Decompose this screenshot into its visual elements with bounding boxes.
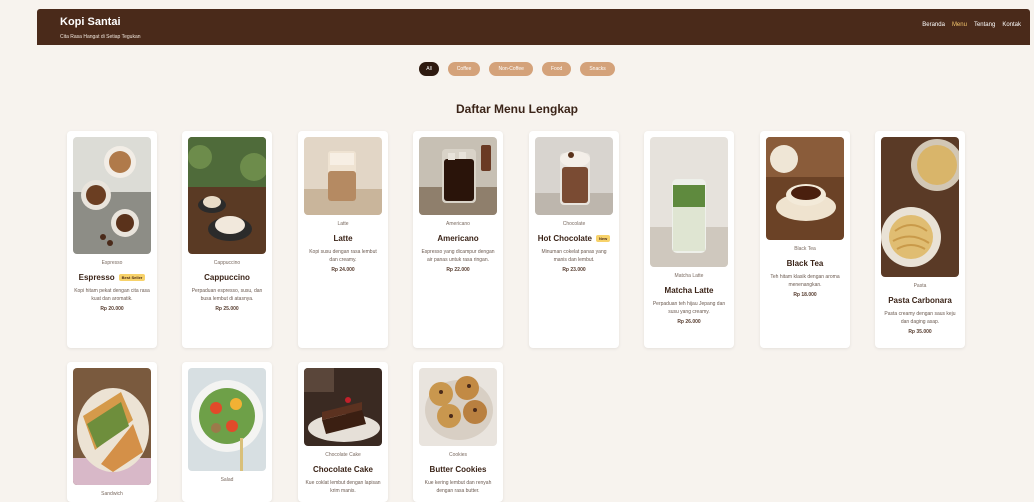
filter-non-coffee[interactable]: Non-Coffee	[489, 62, 533, 76]
item-category: Cappuccino	[213, 260, 241, 266]
item-name: Hot Chocolate	[537, 234, 592, 243]
item-category: Chocolate Cake	[325, 452, 361, 458]
black-tea-image	[766, 137, 844, 240]
item-price: Rp 35.000	[908, 329, 932, 335]
menu-card[interactable]: Espresso Espresso Best Seller Kopi hitam…	[67, 131, 157, 348]
item-name: Chocolate Cake	[312, 465, 374, 474]
item-name: Cappuccino	[204, 273, 250, 282]
menu-card[interactable]: Chocolate Cake Chocolate Cake Kue coklat…	[298, 362, 388, 502]
item-description: Kopi hitam pekat dengan cita rasa kuat d…	[74, 288, 150, 302]
item-name-row: Hot Chocolate New	[529, 234, 619, 243]
filter-snacks[interactable]: Snacks	[580, 62, 615, 76]
nav-link-tentang[interactable]: Tentang	[974, 22, 995, 28]
item-name: Black Tea	[786, 259, 824, 268]
latte-image	[304, 137, 382, 215]
item-category: Salad	[220, 477, 234, 483]
item-description: Perpaduan teh hijau Jepang dan susu yang…	[652, 301, 726, 315]
brand-title: Kopi Santai	[60, 16, 121, 28]
hot-chocolate-image	[535, 137, 613, 215]
item-price: Rp 18.000	[793, 292, 817, 298]
brand[interactable]: Kopi Santai Cita Rasa Hangat di Setiap T…	[60, 16, 141, 41]
item-category: Latte	[337, 221, 349, 227]
item-category: Black Tea	[794, 246, 816, 252]
item-description: Minuman cokelat panas yang manis dan lem…	[541, 249, 607, 263]
new-badge: New	[596, 235, 611, 242]
item-category: Sandwich	[101, 491, 123, 497]
item-name-row: Espresso Best Seller	[67, 273, 157, 282]
item-description: Espresso yang dicampur dengan air panas …	[421, 249, 495, 263]
menu-card[interactable]: Black Tea Black Tea Teh hitam klasik den…	[760, 131, 850, 348]
item-category: Cookies	[448, 452, 468, 458]
item-description: Perpaduan espresso, susu, dan busa lembu…	[191, 288, 263, 302]
espresso-image	[73, 137, 151, 254]
item-description: Kopi susu dengan rasa lembut dan creamy.	[309, 249, 377, 263]
category-filters: All Coffee Non-Coffee Food Snacks	[0, 62, 1034, 76]
site-header: Kopi Santai Cita Rasa Hangat di Setiap T…	[37, 9, 1030, 45]
item-price: Rp 23.000	[562, 267, 586, 273]
menu-card[interactable]: Latte Latte Kopi susu dengan rasa lembut…	[298, 131, 388, 348]
item-name: Latte	[333, 234, 353, 243]
main-nav: Beranda Menu Tentang Kontak	[922, 22, 1021, 28]
filter-coffee[interactable]: Coffee	[447, 62, 481, 76]
item-price: Rp 24.000	[331, 267, 355, 273]
item-category: Americano	[446, 221, 470, 227]
item-name: Matcha Latte	[664, 286, 714, 295]
item-description: Pasta creamy dengan saus keju dan daging…	[884, 311, 956, 325]
menu-card[interactable]: Matcha Latte Matcha Latte Perpaduan teh …	[644, 131, 734, 348]
item-price: Rp 26.000	[677, 319, 701, 325]
item-description: Teh hitam klasik dengan aroma menenangka…	[770, 274, 840, 288]
nav-link-beranda[interactable]: Beranda	[922, 22, 945, 28]
item-name: Pasta Carbonara	[888, 296, 952, 305]
menu-card[interactable]: Sandwich	[67, 362, 157, 502]
item-price: Rp 20.000	[100, 306, 124, 312]
chocolate-cake-image	[304, 368, 382, 446]
sandwich-image	[73, 368, 151, 485]
cappuccino-image	[188, 137, 266, 254]
best-seller-badge: Best Seller	[118, 274, 146, 281]
item-category: Espresso	[101, 260, 123, 266]
item-name: Espresso	[78, 273, 115, 282]
item-price: Rp 25.000	[215, 306, 239, 312]
item-name: Americano	[437, 234, 479, 243]
item-category: Chocolate	[562, 221, 586, 227]
filter-all[interactable]: All	[419, 62, 439, 76]
brand-tagline: Cita Rasa Hangat di Setiap Tegukan	[60, 34, 141, 40]
item-price: Rp 22.000	[446, 267, 470, 273]
americano-image	[419, 137, 497, 215]
pasta-carbonara-image	[881, 137, 959, 277]
section-title: Daftar Menu Lengkap	[455, 102, 578, 116]
menu-card[interactable]: Salad	[182, 362, 272, 502]
nav-link-menu[interactable]: Menu	[952, 22, 967, 28]
menu-card[interactable]: Chocolate Hot Chocolate New Minuman coke…	[529, 131, 619, 348]
nav-link-kontak[interactable]: Kontak	[1002, 22, 1021, 28]
salad-image	[188, 368, 266, 471]
menu-card[interactable]: Cookies Butter Cookies Kue kering lembut…	[413, 362, 503, 502]
item-name: Butter Cookies	[429, 465, 487, 474]
menu-card[interactable]: Cappuccino Cappuccino Perpaduan espresso…	[182, 131, 272, 348]
matcha-latte-image	[650, 137, 728, 267]
filter-food[interactable]: Food	[541, 62, 572, 76]
item-category: Pasta	[913, 283, 927, 289]
menu-card[interactable]: Americano Americano Espresso yang dicamp…	[413, 131, 503, 348]
menu-card[interactable]: Pasta Pasta Carbonara Pasta creamy denga…	[875, 131, 965, 348]
item-category: Matcha Latte	[674, 273, 704, 279]
butter-cookies-image	[419, 368, 497, 446]
